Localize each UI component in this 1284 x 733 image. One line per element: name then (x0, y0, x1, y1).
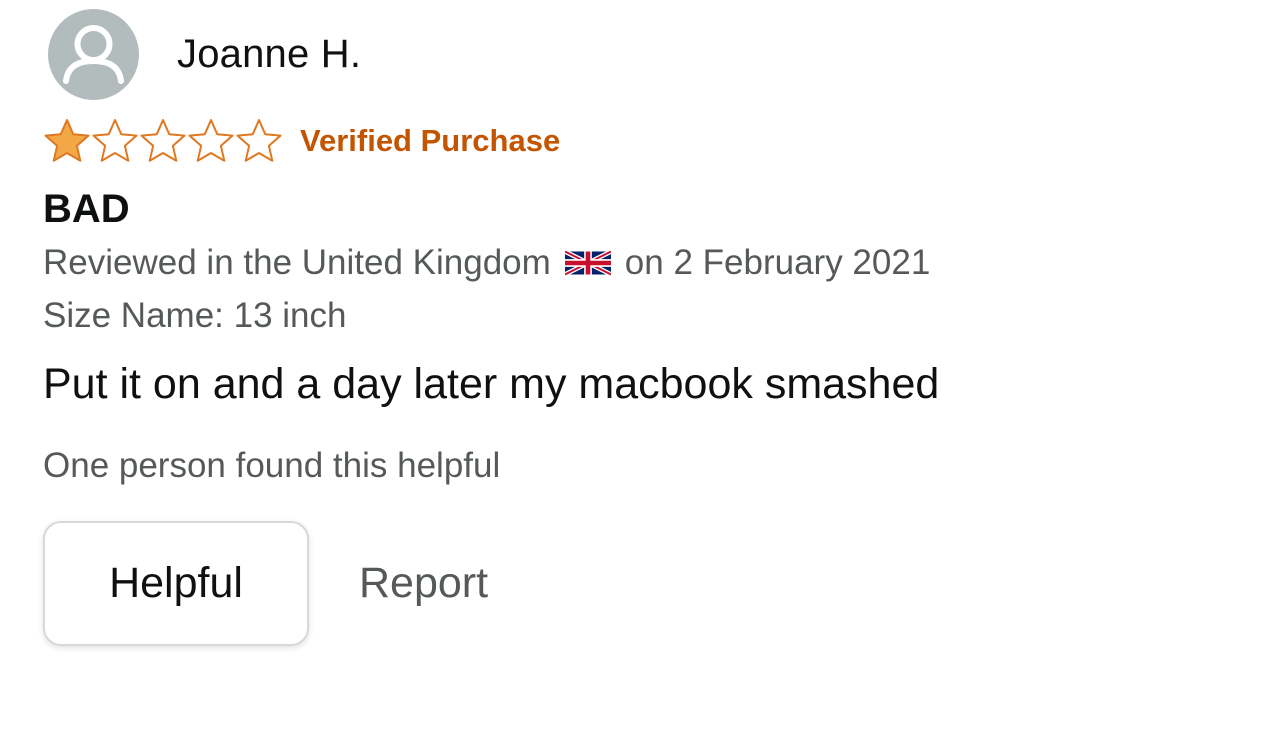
review-body: Put it on and a day later my macbook sma… (43, 360, 940, 408)
star-empty-icon (92, 119, 138, 162)
star-empty-icon (188, 119, 234, 162)
user-silhouette-icon (63, 24, 124, 84)
size-variant-text: Size Name: 13 inch (43, 296, 347, 335)
reviewed-location-text: Reviewed in the United Kingdom (43, 243, 551, 282)
helpful-count-text: One person found this helpful (43, 446, 501, 485)
verified-purchase-badge: Verified Purchase (300, 123, 561, 158)
reviewer-profile[interactable]: Joanne H. (43, 8, 1243, 100)
uk-flag-icon (564, 249, 611, 277)
review-actions: Helpful Report (43, 521, 1243, 646)
rating-row: Verified Purchase (43, 117, 1243, 165)
star-empty-icon (236, 119, 282, 162)
star-empty-icon (140, 119, 186, 162)
review-location-date: Reviewed in the United Kingdom on 2 Febr… (43, 243, 1243, 283)
review-title: BAD (43, 187, 130, 231)
reviewer-name[interactable]: Joanne H. (177, 32, 361, 77)
helpful-button[interactable]: Helpful (43, 521, 309, 646)
star-filled-icon (44, 119, 90, 162)
star-rating[interactable] (43, 118, 283, 164)
review-card: Joanne H. Verified Purchase BAD Reviewed… (43, 8, 1243, 646)
report-link[interactable]: Report (359, 559, 488, 608)
review-date-text: on 2 February 2021 (624, 243, 931, 282)
avatar[interactable] (48, 8, 139, 100)
